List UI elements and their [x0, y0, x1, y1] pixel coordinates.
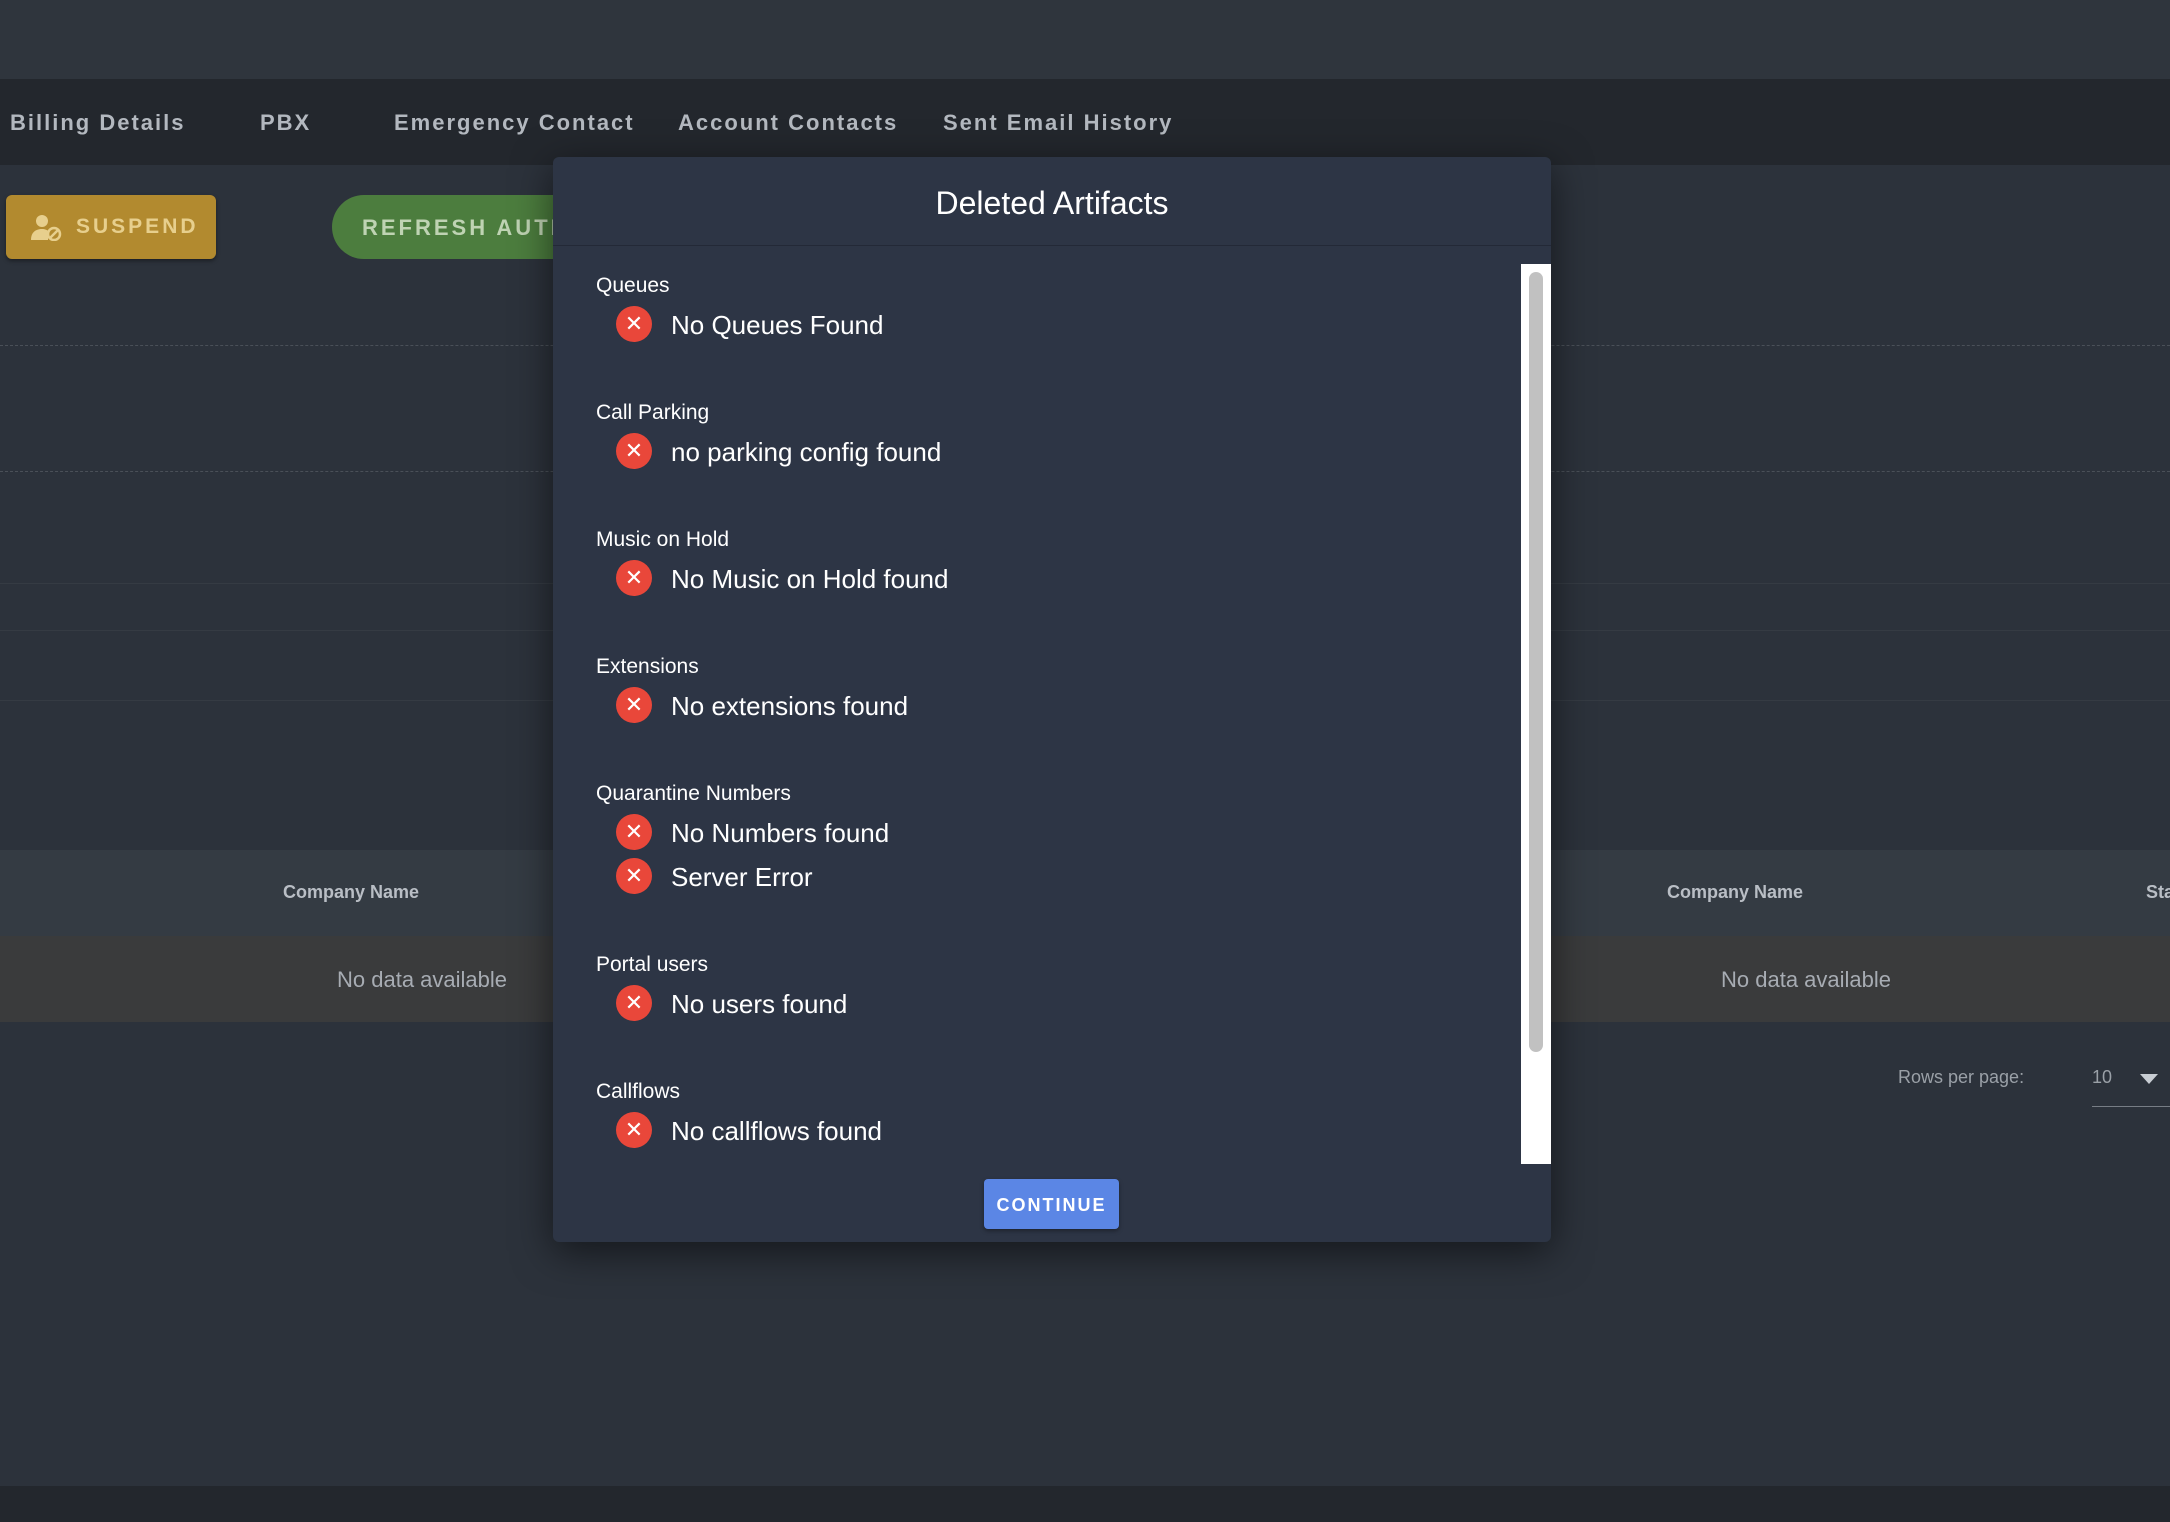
- column-header-company-name[interactable]: Company Name: [283, 882, 419, 903]
- artifact-status-text: No Music on Hold found: [671, 564, 949, 594]
- artifact-status-text: Server Error: [671, 862, 813, 892]
- close-circle-icon: ✕: [616, 560, 652, 596]
- rows-per-page-underline: [2092, 1106, 2170, 1107]
- close-circle-icon: ✕: [616, 985, 652, 1021]
- close-circle-icon: ✕: [616, 687, 652, 723]
- section-title: Portal users: [596, 953, 709, 976]
- close-circle-icon: ✕: [616, 858, 652, 894]
- artifact-status-text: No Numbers found: [671, 818, 890, 848]
- tab-pbx[interactable]: PBX: [260, 110, 311, 136]
- chevron-down-icon[interactable]: [2140, 1074, 2158, 1084]
- continue-button[interactable]: CONTINUE: [984, 1179, 1119, 1229]
- tab-emergency-contact[interactable]: Emergency Contact: [394, 110, 635, 136]
- section-title: Queues: [596, 274, 670, 297]
- refresh-auth-button[interactable]: REFRESH AUTH: [332, 195, 582, 259]
- section-title: Extensions: [596, 655, 699, 678]
- refresh-auth-label: REFRESH AUTH: [362, 215, 570, 240]
- deleted-artifacts-dialog: Deleted Artifacts Queues ✕ No Queues Found…: [553, 157, 1551, 1242]
- close-circle-icon: ✕: [616, 433, 652, 469]
- rows-per-page-label: Rows per page:: [1898, 1067, 2025, 1087]
- artifact-list[interactable]: Queues ✕ No Queues Found Call Parking ✕ no pa…: [553, 264, 1551, 1164]
- scrollbar-thumb[interactable]: [1529, 272, 1543, 1052]
- footer-bar: [0, 1486, 2170, 1522]
- user-block-icon: [31, 215, 62, 241]
- section-title: Call Parking: [596, 401, 710, 424]
- dialog-title: Deleted Artifacts: [553, 157, 1551, 246]
- no-data-text: No data available: [1721, 967, 1892, 992]
- column-header-status[interactable]: Sta: [2146, 882, 2170, 903]
- tab-account-contacts[interactable]: Account Contacts: [678, 110, 898, 136]
- artifact-status-text: No callflows found: [671, 1116, 882, 1146]
- section-title: Callflows: [596, 1080, 681, 1103]
- close-circle-icon: ✕: [616, 814, 652, 850]
- no-data-text: No data available: [337, 967, 508, 992]
- suspend-label: SUSPEND: [76, 215, 199, 238]
- artifact-status-text: No Queues Found: [671, 310, 884, 340]
- top-app-bar: [0, 0, 2170, 79]
- artifact-status-text: No extensions found: [671, 691, 909, 721]
- column-header-company-name[interactable]: Company Name: [1667, 882, 1803, 903]
- artifact-status-text: No users found: [671, 989, 848, 1019]
- suspend-button[interactable]: SUSPEND: [6, 195, 216, 259]
- section-title: Quarantine Numbers: [596, 782, 791, 805]
- tab-billing-details[interactable]: Billing Details: [10, 110, 185, 136]
- rows-per-page-select[interactable]: 10: [2092, 1067, 2112, 1088]
- close-circle-icon: ✕: [616, 306, 652, 342]
- tab-sent-email-history[interactable]: Sent Email History: [943, 110, 1173, 136]
- section-title: Music on Hold: [596, 528, 730, 551]
- close-circle-icon: ✕: [616, 1112, 652, 1148]
- artifact-status-text: no parking config found: [671, 437, 942, 467]
